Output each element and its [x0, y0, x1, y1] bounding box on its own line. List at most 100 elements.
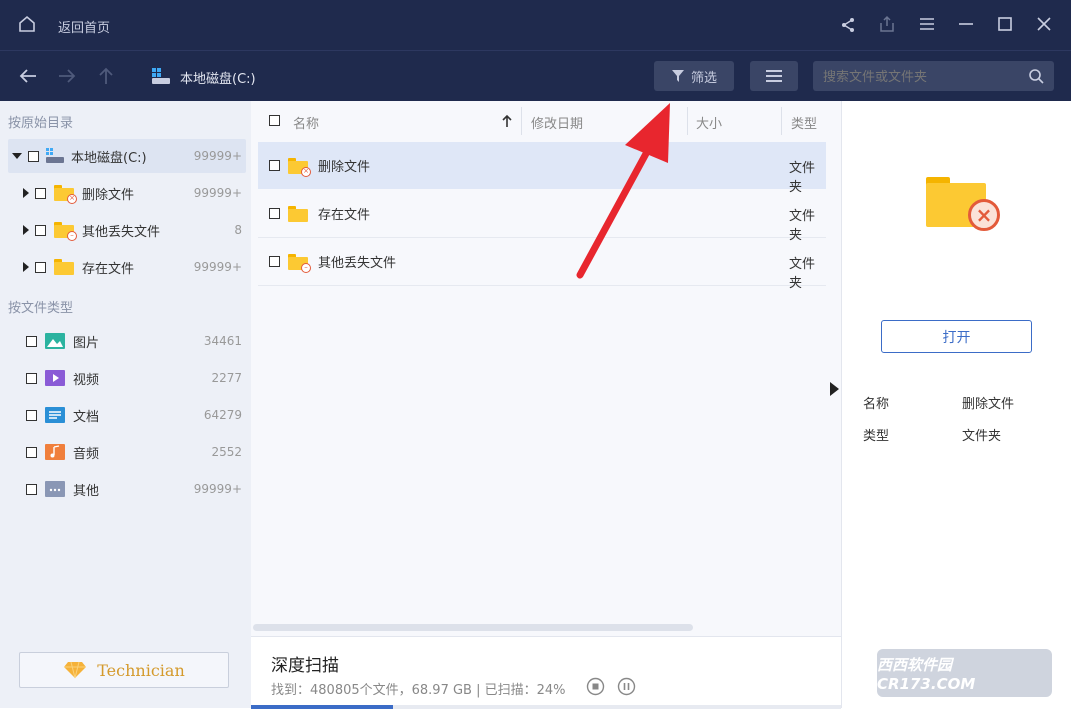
checkbox[interactable]: [26, 446, 37, 458]
scan-status-bar: 深度扫描 找到：480805个文件，68.97 GB | 已扫描：24%: [251, 636, 841, 709]
diamond-icon: [64, 661, 87, 679]
checkbox[interactable]: [28, 150, 39, 162]
detail-type-key: 类型: [863, 429, 890, 444]
open-button[interactable]: 打开: [881, 320, 1032, 353]
scan-progress-track: [251, 705, 841, 709]
tree-item-count: 99999+: [193, 149, 242, 163]
tree-item-local-disk[interactable]: 本地磁盘(C:) 99999+: [8, 139, 246, 173]
column-size[interactable]: 大小: [696, 113, 722, 132]
row-name: 删除文件: [318, 160, 371, 175]
checkbox[interactable]: [269, 256, 280, 267]
back-home-link[interactable]: 返回首页: [58, 17, 110, 36]
nav-bar: 本地磁盘(C:) 筛选: [0, 50, 1071, 101]
search-icon[interactable]: [1029, 69, 1044, 84]
lost-folder-icon: –: [288, 253, 311, 273]
minimize-icon[interactable]: [956, 14, 976, 34]
tree-item-deleted-files[interactable]: × 删除文件 99999+: [8, 176, 246, 210]
checkbox[interactable]: [26, 372, 37, 384]
folder-icon: [54, 259, 74, 275]
type-item-count: 99999+: [193, 482, 242, 496]
expand-arrow-icon[interactable]: [23, 188, 29, 198]
tree-item-label: 本地磁盘(C:): [71, 150, 147, 166]
maximize-icon[interactable]: [995, 14, 1015, 34]
list-view-icon: [766, 70, 782, 82]
column-type[interactable]: 类型: [791, 113, 817, 132]
collapse-panel-icon[interactable]: [828, 381, 840, 397]
expand-arrow-icon[interactable]: [23, 262, 29, 272]
checkbox[interactable]: [269, 160, 280, 171]
deleted-folder-icon: ×: [54, 185, 77, 204]
checkbox[interactable]: [269, 208, 280, 219]
forward-arrow-icon[interactable]: [56, 65, 78, 87]
tree-item-count: 99999+: [193, 260, 242, 274]
up-arrow-icon[interactable]: [95, 65, 117, 87]
checkbox[interactable]: [26, 335, 37, 347]
technician-label: Technician: [97, 660, 185, 680]
tree-item-count: 99999+: [193, 186, 242, 200]
type-item-label: 视频: [73, 372, 100, 388]
type-item-other[interactable]: 其他 99999+: [8, 472, 246, 506]
tree-item-label: 存在文件: [82, 261, 135, 277]
view-list-button[interactable]: [750, 61, 798, 91]
details-panel: × 打开 名称 删除文件 类型 文件夹 西西软件园 CR173.COM: [830, 101, 1071, 708]
column-name[interactable]: 名称: [293, 113, 319, 132]
checkbox[interactable]: [35, 224, 46, 236]
type-item-videos[interactable]: 视频 2277: [8, 361, 246, 395]
scan-title: 深度扫描: [271, 656, 339, 676]
share-icon[interactable]: [838, 15, 858, 35]
filter-button[interactable]: 筛选: [654, 61, 734, 91]
file-list-panel: 名称 修改日期 大小 类型 × 删除文件 文件夹 存在文件 文件夹 – 其他丢失…: [251, 101, 841, 636]
table-row[interactable]: 存在文件 文件夹: [258, 190, 826, 243]
checkbox[interactable]: [26, 409, 37, 421]
select-all-checkbox[interactable]: [269, 115, 280, 126]
title-bar: 返回首页: [0, 0, 1071, 50]
expand-arrow-icon[interactable]: [23, 225, 29, 235]
image-icon: [45, 333, 65, 349]
search-input[interactable]: [821, 65, 1025, 89]
type-item-count: 34461: [203, 334, 242, 348]
close-icon[interactable]: [1034, 14, 1054, 34]
tree-item-other-lost-files[interactable]: – 其他丢失文件 8: [8, 213, 246, 247]
type-item-images[interactable]: 图片 34461: [8, 324, 246, 358]
detail-type-value: 文件夹: [962, 429, 1002, 444]
watermark: 西西软件园 CR173.COM: [877, 649, 1052, 697]
collapse-arrow-icon[interactable]: [12, 153, 22, 159]
horizontal-scrollbar[interactable]: [253, 624, 693, 631]
checkbox[interactable]: [35, 261, 46, 273]
sidebar: 按原始目录 本地磁盘(C:) 99999+ × 删除文件 99999+ – 其他…: [0, 101, 251, 708]
checkbox[interactable]: [26, 483, 37, 495]
technician-button[interactable]: Technician: [19, 652, 229, 688]
row-name: 其他丢失文件: [318, 256, 397, 271]
tree-item-count: 8: [234, 223, 242, 237]
filter-icon: [671, 70, 684, 82]
home-icon[interactable]: [17, 14, 37, 34]
type-item-documents[interactable]: 文档 64279: [8, 398, 246, 432]
type-item-count: 2277: [211, 371, 242, 385]
table-row[interactable]: – 其他丢失文件 文件夹: [258, 238, 826, 291]
pause-icon[interactable]: [617, 677, 636, 696]
section-title-file-type: 按文件类型: [8, 301, 74, 316]
table-row[interactable]: × 删除文件 文件夹: [258, 142, 826, 195]
search-box[interactable]: [813, 61, 1054, 91]
drive-icon: [46, 148, 64, 163]
audio-icon: [45, 444, 65, 460]
menu-icon[interactable]: [917, 14, 937, 34]
stop-icon[interactable]: [586, 677, 605, 696]
current-drive-label: 本地磁盘(C:): [180, 72, 256, 87]
export-icon[interactable]: [877, 14, 897, 34]
type-item-label: 图片: [73, 335, 100, 351]
other-files-icon: [45, 481, 65, 497]
table-header: 名称 修改日期 大小 类型: [251, 101, 841, 141]
scan-status: 找到：480805个文件，68.97 GB | 已扫描：24%: [271, 683, 566, 698]
document-icon: [45, 407, 65, 423]
scan-progress-fill: [251, 705, 393, 709]
type-item-label: 其他: [73, 483, 100, 499]
type-item-audio[interactable]: 音频 2552: [8, 435, 246, 469]
detail-name-key: 名称: [863, 397, 890, 412]
tree-item-existing-files[interactable]: 存在文件 99999+: [8, 250, 246, 284]
type-item-count: 64279: [203, 408, 242, 422]
back-arrow-icon[interactable]: [17, 65, 39, 87]
checkbox[interactable]: [35, 187, 46, 199]
sort-up-icon[interactable]: [502, 114, 512, 128]
drive-icon: [150, 66, 172, 86]
